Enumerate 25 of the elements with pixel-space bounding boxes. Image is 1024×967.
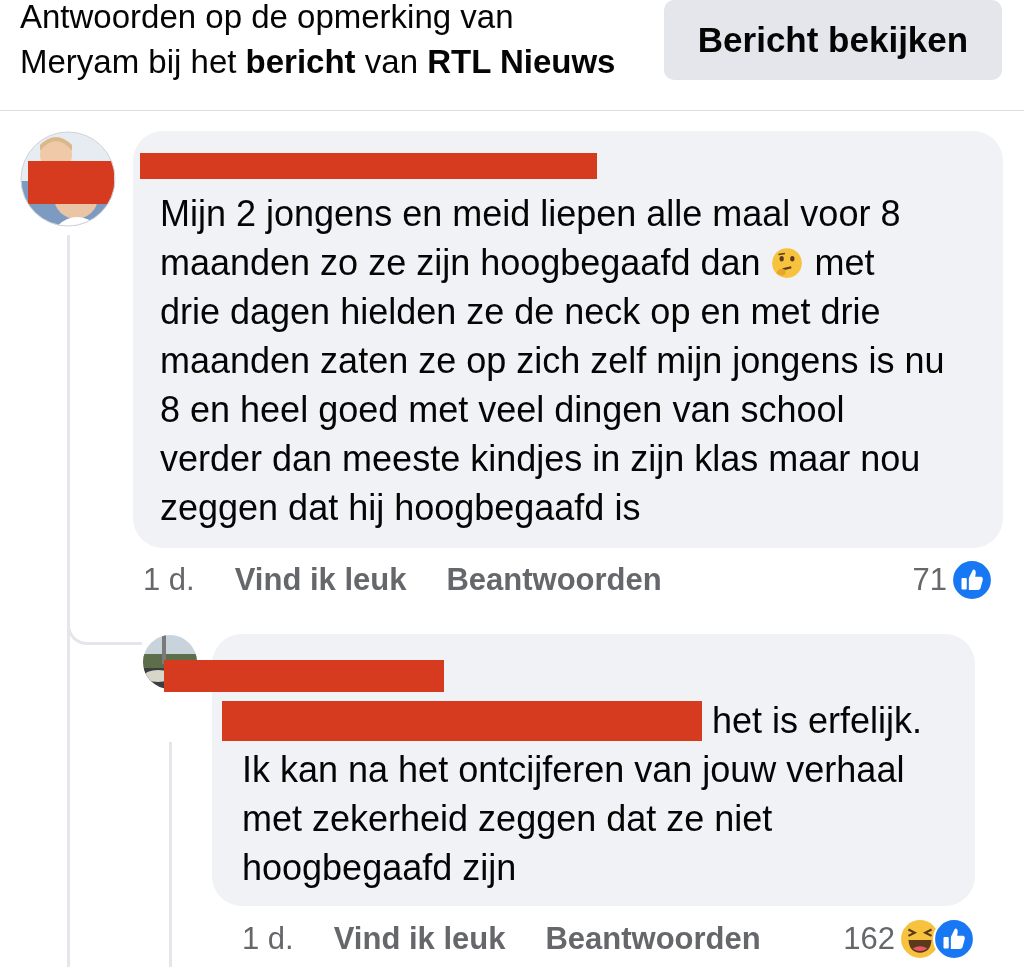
comment-text: zeggen dat hij hoogbegaafd is bbox=[160, 486, 641, 530]
like-link[interactable]: Vind ik leuk bbox=[333, 921, 506, 957]
thumbs-up-icon bbox=[951, 559, 993, 601]
comment-text: maanden zo ze zijn hoogbegaafd dan bbox=[160, 241, 761, 285]
reply-link[interactable]: Beantwoorden bbox=[446, 562, 662, 598]
comment-text: verder dan meeste kindjes in zijn klas maar nou bbox=[160, 437, 921, 481]
reaction-count: 71 bbox=[912, 562, 947, 598]
comment-time: 1 d. bbox=[242, 921, 294, 957]
comment-text: Ik kan na het ontcijferen van jouw verhaal bbox=[242, 748, 905, 792]
reaction-count: 162 bbox=[843, 921, 895, 957]
comment-text: drie dagen hielden ze de neck op en met drie bbox=[160, 290, 881, 334]
comment-text: 8 en heel goed met veel dingen van school bbox=[160, 388, 845, 432]
comment-text: Mijn 2 jongens en meid liepen alle maal voor 8 bbox=[160, 192, 901, 236]
thinking-emoji-icon bbox=[770, 245, 805, 280]
comment-text: hoogbegaafd zijn bbox=[242, 846, 517, 890]
thumbs-up-icon bbox=[933, 918, 975, 960]
comment-time: 1 d. bbox=[143, 562, 195, 598]
reply-context-text: Antwoorden op de opmerking van Meryam bij het bericht van RTL Nieuws bbox=[20, 0, 617, 82]
comment-text: maanden zaten ze op zich zelf mijn jongens is nu bbox=[160, 339, 945, 383]
like-link[interactable]: Vind ik leuk bbox=[234, 562, 407, 598]
comment-text: met bbox=[814, 241, 875, 285]
comment-text: het is erfelijk. bbox=[712, 699, 923, 743]
comment-text: met zekerheid zeggen dat ze niet bbox=[242, 797, 773, 841]
reply-link[interactable]: Beantwoorden bbox=[545, 921, 761, 957]
view-post-button[interactable]: Bericht bekijken bbox=[664, 0, 1002, 80]
